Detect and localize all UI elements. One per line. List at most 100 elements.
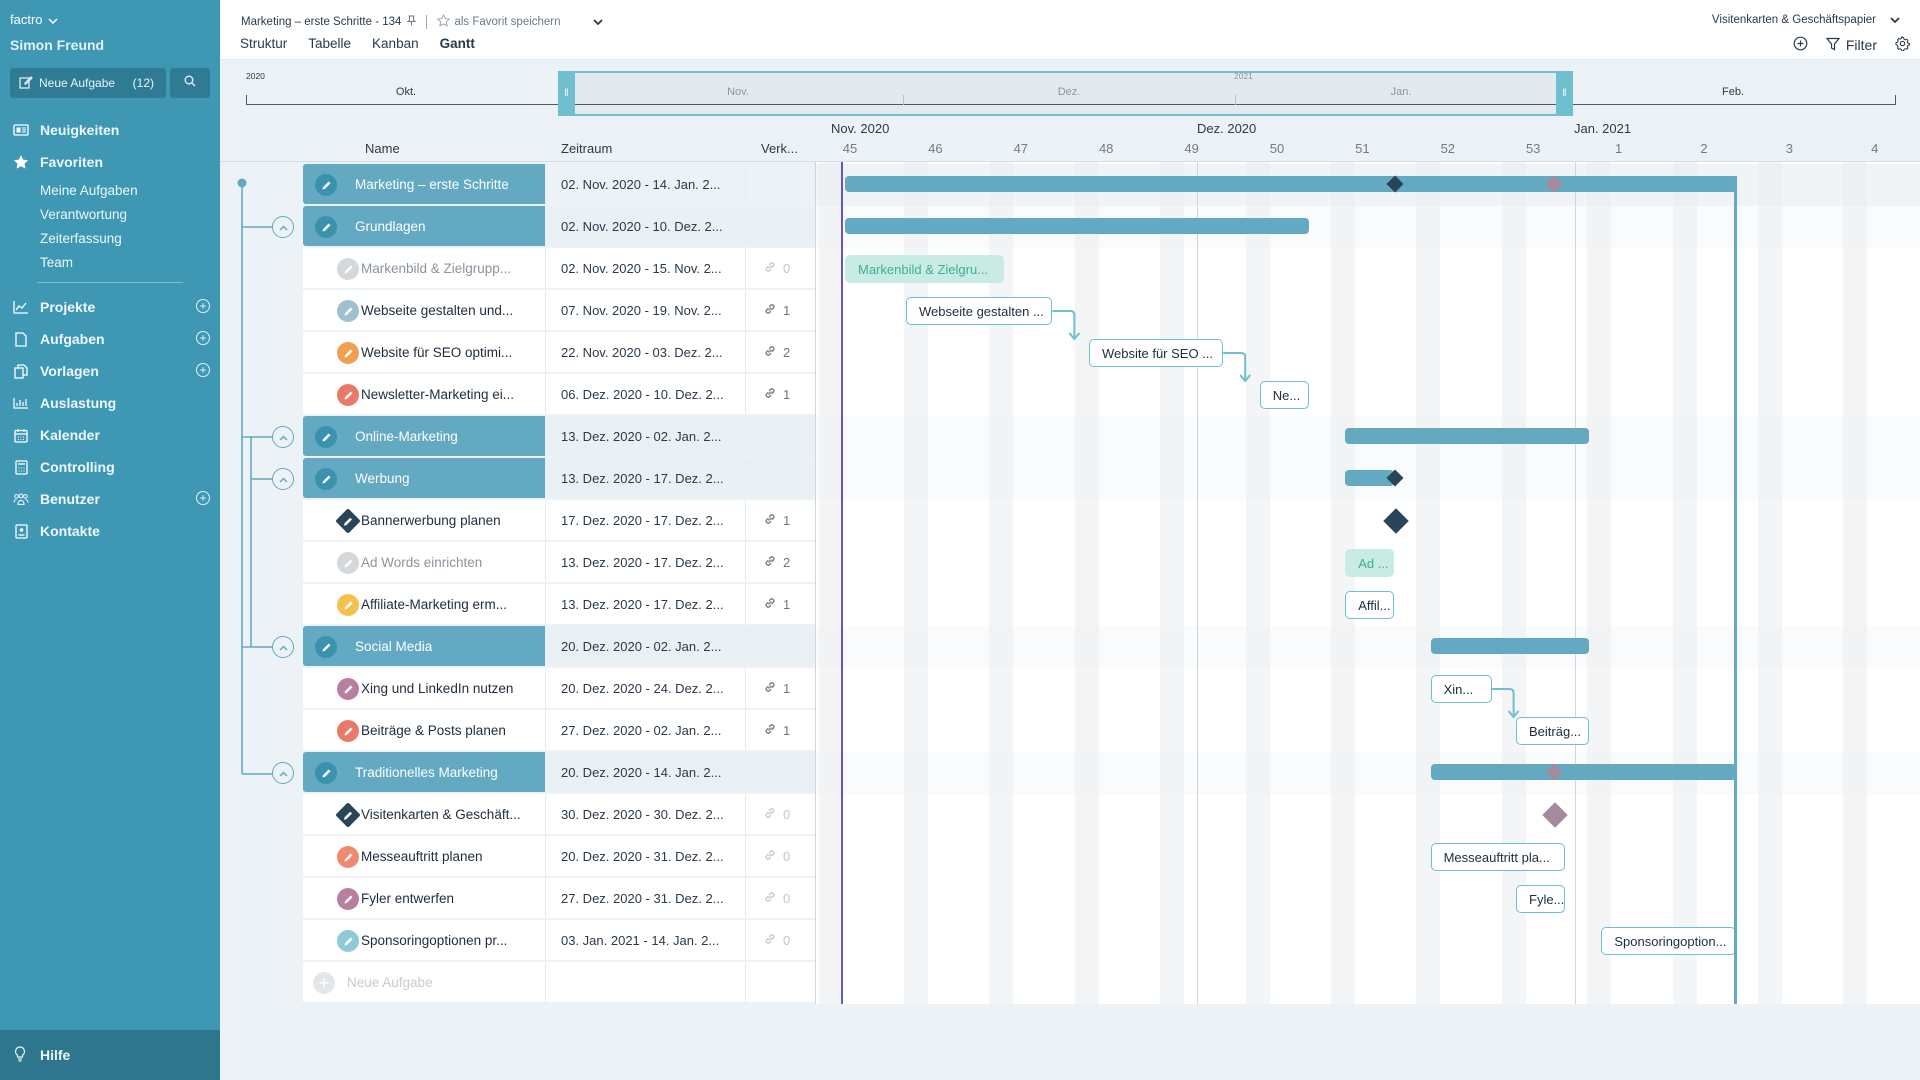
task-name-cell[interactable]: Webseite gestalten und... — [303, 290, 545, 330]
task-row[interactable]: Affiliate-Marketing erm... 13. Dez. 2020… — [303, 584, 815, 626]
task-name-cell[interactable]: Online-Marketing — [303, 416, 545, 456]
add-project-icon[interactable]: + — [196, 299, 210, 313]
task-name-cell[interactable]: Traditionelles Marketing — [303, 752, 545, 792]
task-name-cell[interactable]: Social Media — [303, 626, 545, 666]
links-cell[interactable]: 1 — [745, 290, 815, 330]
collapse-toggle[interactable] — [272, 468, 294, 490]
group-row[interactable]: Traditionelles Marketing 20. Dez. 2020 -… — [303, 752, 815, 794]
period-cell[interactable]: 27. Dez. 2020 - 31. Dez. 2... — [545, 878, 745, 918]
links-cell[interactable] — [745, 206, 815, 246]
pin-icon[interactable] — [407, 15, 417, 29]
task-row[interactable]: Newsletter-Marketing ei... 06. Dez. 2020… — [303, 374, 815, 416]
task-name-cell[interactable]: Bannerwerbung planen — [303, 500, 545, 540]
sidebar-item-neuigkeiten[interactable]: Neuigkeiten — [0, 114, 220, 146]
links-cell[interactable] — [745, 164, 815, 204]
favorite-zeiterfassung[interactable]: Zeiterfassung — [0, 226, 220, 250]
task-row[interactable]: Visitenkarten & Geschäft... 30. Dez. 202… — [303, 794, 815, 836]
user-name[interactable]: Simon Freund — [10, 37, 104, 53]
task-name-cell[interactable]: Website für SEO optimi... — [303, 332, 545, 372]
task-name-cell[interactable]: Markenbild & Zielgrupp... — [303, 248, 545, 288]
gantt-task-bar[interactable]: Website für SEO ... — [1089, 339, 1224, 367]
gear-icon[interactable] — [1895, 35, 1911, 54]
add-template-icon[interactable]: + — [196, 363, 210, 377]
period-cell[interactable]: 22. Nov. 2020 - 03. Dez. 2... — [545, 332, 745, 372]
group-row[interactable]: Online-Marketing 13. Dez. 2020 - 02. Jan… — [303, 416, 815, 458]
period-cell[interactable]: 13. Dez. 2020 - 17. Dez. 2... — [545, 584, 745, 624]
links-cell[interactable]: 0 — [745, 878, 815, 918]
task-row[interactable]: Xing und LinkedIn nutzen 20. Dez. 2020 -… — [303, 668, 815, 710]
column-header-period[interactable]: Zeitraum — [561, 141, 612, 156]
links-cell[interactable]: 1 — [745, 668, 815, 708]
range-start-handle[interactable]: ‖ — [558, 71, 575, 116]
period-cell[interactable]: 02. Nov. 2020 - 14. Jan. 2... — [545, 164, 745, 204]
task-row[interactable]: Markenbild & Zielgrupp... 02. Nov. 2020 … — [303, 248, 815, 290]
app-switcher[interactable]: factro — [10, 12, 58, 27]
links-cell[interactable]: 2 — [745, 542, 815, 582]
links-cell[interactable] — [745, 416, 815, 456]
new-task-input[interactable]: + Neue Aufgabe — [303, 962, 545, 1002]
period-cell[interactable]: 27. Dez. 2020 - 02. Jan. 2... — [545, 710, 745, 750]
period-cell[interactable]: 20. Dez. 2020 - 02. Jan. 2... — [545, 626, 745, 666]
column-header-links[interactable]: Verk... — [761, 141, 798, 156]
favorite-team[interactable]: Team — [0, 250, 220, 274]
task-row[interactable]: Bannerwerbung planen 17. Dez. 2020 - 17.… — [303, 500, 815, 542]
period-cell[interactable]: 03. Jan. 2021 - 14. Jan. 2... — [545, 920, 745, 960]
add-task-icon[interactable]: + — [196, 331, 210, 345]
task-name-cell[interactable]: Xing und LinkedIn nutzen — [303, 668, 545, 708]
tab-kanban[interactable]: Kanban — [372, 36, 419, 51]
period-cell[interactable]: 02. Nov. 2020 - 15. Nov. 2... — [545, 248, 745, 288]
range-end-handle[interactable]: ‖ — [1556, 71, 1573, 116]
task-row[interactable]: Messeauftritt planen 20. Dez. 2020 - 31.… — [303, 836, 815, 878]
collapse-toggle[interactable] — [272, 216, 294, 238]
sidebar-item-controlling[interactable]: Controlling — [0, 451, 220, 483]
task-name-cell[interactable]: Marketing – erste Schritte — [303, 164, 545, 204]
gantt-task-bar[interactable]: Affil... — [1345, 591, 1394, 619]
task-name-cell[interactable]: Ad Words einrichten — [303, 542, 545, 582]
tab-tabelle[interactable]: Tabelle — [308, 36, 351, 51]
add-circle-icon[interactable] — [1793, 36, 1808, 54]
gantt-task-bar[interactable]: Ad ... — [1345, 549, 1394, 577]
new-task-button[interactable]: Neue Aufgabe (12) — [10, 68, 166, 98]
task-name-cell[interactable]: Werbung — [303, 458, 545, 498]
links-cell[interactable]: 0 — [745, 248, 815, 288]
gantt-task-bar[interactable]: Messeauftritt pla... — [1430, 843, 1565, 871]
sidebar-item-auslastung[interactable]: Auslastung — [0, 387, 220, 419]
task-name-cell[interactable]: Messeauftritt planen — [303, 836, 545, 876]
group-bar[interactable] — [1345, 428, 1590, 444]
group-bar[interactable] — [1430, 638, 1590, 654]
sidebar-item-aufgaben[interactable]: Aufgaben + — [0, 323, 220, 355]
task-name-cell[interactable]: Visitenkarten & Geschäft... — [303, 794, 545, 834]
links-cell[interactable] — [745, 752, 815, 792]
timeline-overview[interactable]: 2020 2021 Okt. Nov. Dez. Jan. Feb. ‖ ‖ — [246, 71, 1896, 116]
gantt-task-bar[interactable]: Ne... — [1259, 381, 1309, 409]
links-cell[interactable] — [745, 626, 815, 666]
task-row[interactable]: Ad Words einrichten 13. Dez. 2020 - 17. … — [303, 542, 815, 584]
help-button[interactable]: Hilfe — [0, 1030, 220, 1080]
task-row[interactable]: Sponsoringoptionen pr... 03. Jan. 2021 -… — [303, 920, 815, 962]
links-cell[interactable]: 0 — [745, 920, 815, 960]
collapse-toggle[interactable] — [272, 636, 294, 658]
task-name-cell[interactable]: Fyler entwerfen — [303, 878, 545, 918]
group-row[interactable]: Marketing – erste Schritte 02. Nov. 2020… — [303, 164, 815, 206]
search-button[interactable] — [170, 68, 210, 98]
links-cell[interactable]: 0 — [745, 836, 815, 876]
project-selector[interactable]: Visitenkarten & Geschäftspapier — [1712, 14, 1900, 26]
task-row[interactable]: Fyler entwerfen 27. Dez. 2020 - 31. Dez.… — [303, 878, 815, 920]
tab-gantt[interactable]: Gantt — [440, 36, 475, 51]
links-cell[interactable]: 2 — [745, 332, 815, 372]
collapse-toggle[interactable] — [272, 762, 294, 784]
favorite-verantwortung[interactable]: Verantwortung — [0, 202, 220, 226]
links-cell[interactable]: 1 — [745, 374, 815, 414]
new-task-row[interactable]: + Neue Aufgabe — [303, 962, 815, 1004]
collapse-toggle[interactable] — [272, 426, 294, 448]
sidebar-item-kontakte[interactable]: Kontakte — [0, 515, 220, 547]
period-cell[interactable]: 02. Nov. 2020 - 10. Dez. 2... — [545, 206, 745, 246]
links-cell[interactable]: 1 — [745, 710, 815, 750]
gantt-task-bar[interactable]: Webseite gestalten ... — [906, 297, 1053, 325]
gantt-task-bar[interactable]: Markenbild & Zielgru... — [845, 255, 1004, 283]
sidebar-item-benutzer[interactable]: Benutzer + — [0, 483, 220, 515]
save-favorite-button[interactable]: als Favorit speichern — [436, 13, 561, 30]
project-bar[interactable] — [845, 176, 1736, 192]
period-cell[interactable]: 06. Dez. 2020 - 10. Dez. 2... — [545, 374, 745, 414]
links-cell[interactable]: 1 — [745, 584, 815, 624]
